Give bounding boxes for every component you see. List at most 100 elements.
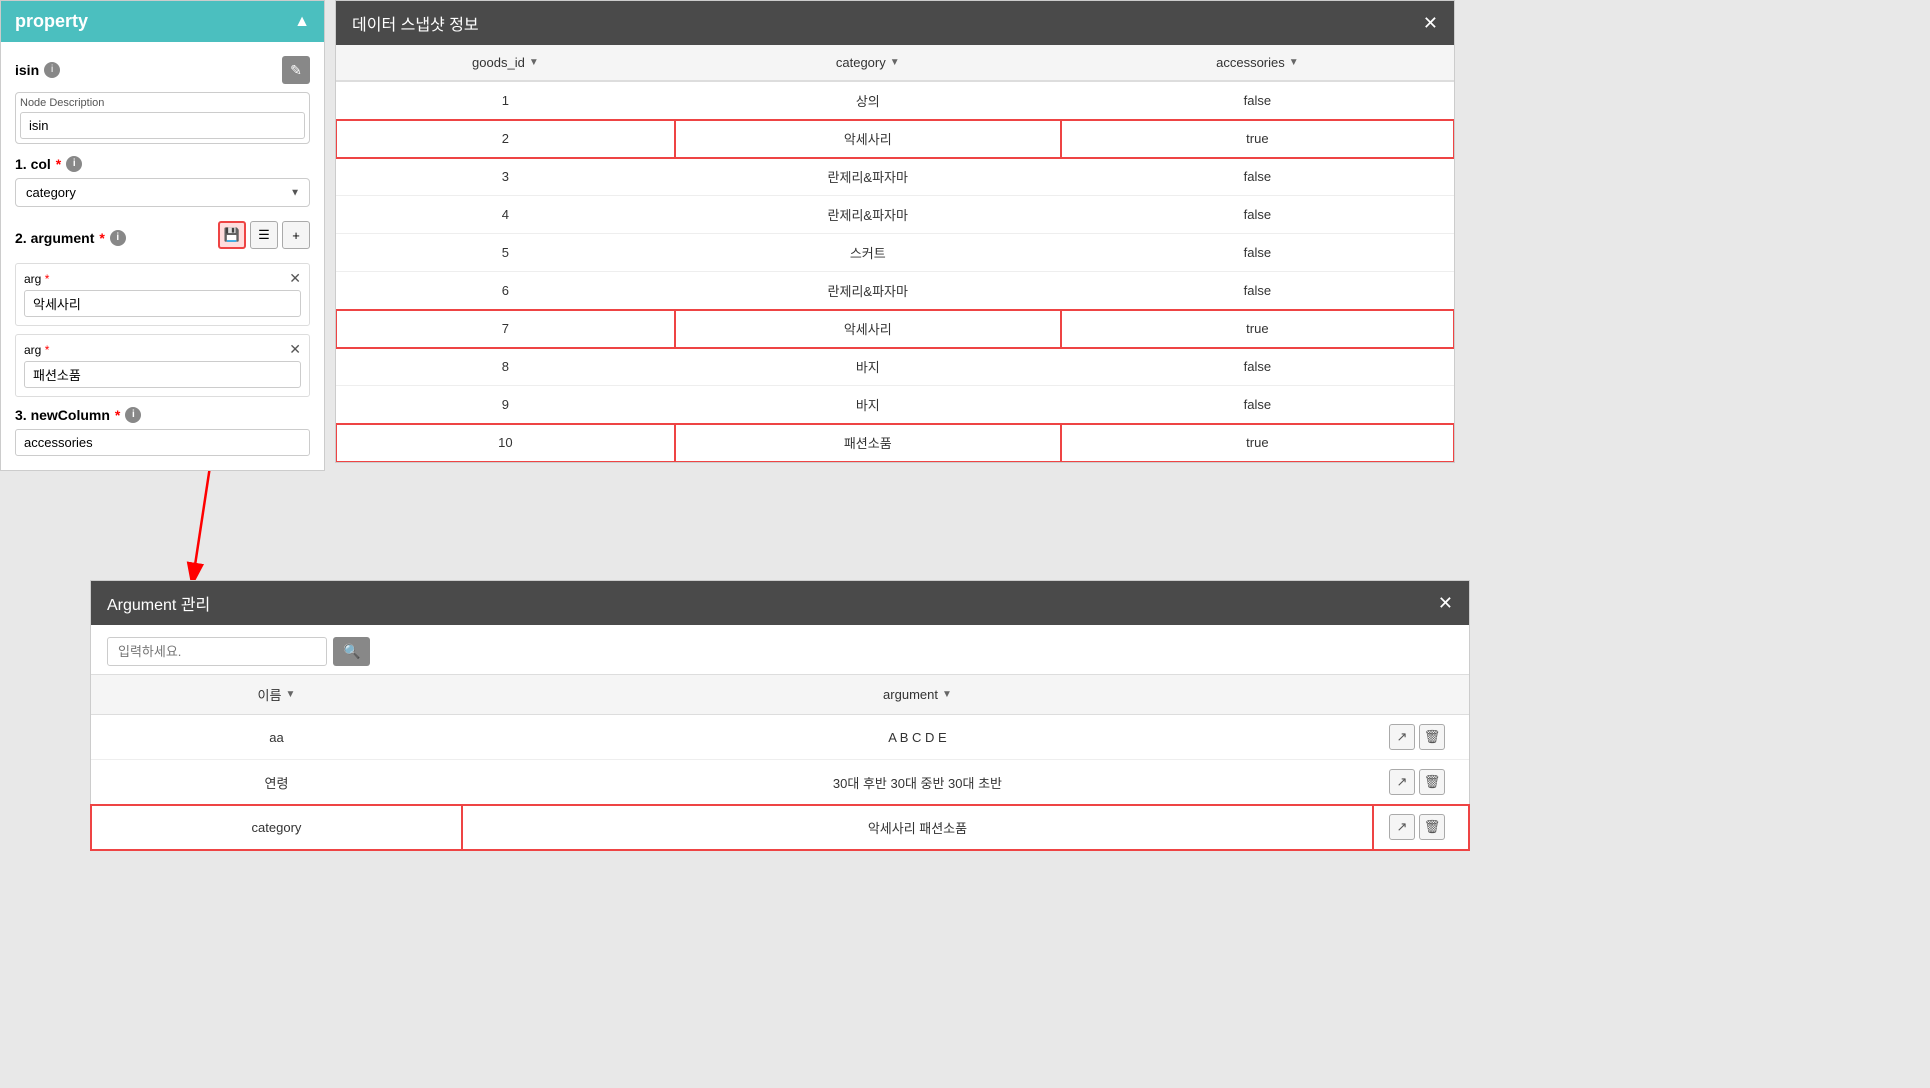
arg-cell-argument: 30대 후반 30대 중반 30대 초반 — [462, 760, 1373, 805]
snapshot-table: goods_id ▼ category ▼ accessories — [336, 45, 1454, 462]
arg-cell-name: aa — [91, 715, 462, 760]
snapshot-cell-accessories: false — [1061, 272, 1454, 310]
node-desc-label: Node Description — [20, 97, 305, 109]
arg-cell-actions: ↗ 🗑 — [1373, 760, 1469, 805]
snapshot-cell-goods_id: 3 — [336, 158, 675, 196]
goods-id-filter-icon[interactable]: ▼ — [529, 57, 539, 68]
snapshot-cell-accessories: false — [1061, 234, 1454, 272]
argument-info-icon[interactable]: i — [110, 230, 126, 246]
argument-label: 2. argument — [15, 230, 94, 246]
snapshot-modal: 데이터 스냅샷 정보 ✕ goods_id ▼ category ▼ — [335, 0, 1455, 463]
argument-modal-header: Argument 관리 ✕ — [91, 581, 1469, 625]
new-col-section-title: 3. newColumn * i — [15, 407, 310, 423]
new-col-input[interactable] — [15, 429, 310, 456]
argument-table: 이름 ▼ argument ▼ aaA B C D E ↗ 🗑 연령30대 후반… — [91, 674, 1469, 850]
snapshot-modal-header: 데이터 스냅샷 정보 ✕ — [336, 1, 1454, 45]
snapshot-table-row: 8바지false — [336, 348, 1454, 386]
snapshot-cell-goods_id: 2 — [336, 120, 675, 158]
argument-col-filter-icon[interactable]: ▼ — [942, 689, 952, 700]
snapshot-cell-category: 바지 — [675, 348, 1061, 386]
col-select[interactable]: category — [15, 178, 310, 207]
snapshot-cell-accessories: false — [1061, 158, 1454, 196]
arg-cell-actions: ↗ 🗑 — [1373, 805, 1469, 850]
panel-title: property — [15, 11, 88, 32]
argument-modal-close[interactable]: ✕ — [1438, 593, 1453, 614]
snapshot-cell-accessories: false — [1061, 196, 1454, 234]
arg-input-2[interactable] — [24, 361, 301, 388]
col-info-icon[interactable]: i — [66, 156, 82, 172]
argument-required: * — [99, 230, 104, 246]
arg-item-1: arg * ✕ — [15, 263, 310, 326]
arg-table-row: 연령30대 후반 30대 중반 30대 초반 ↗ 🗑 — [91, 760, 1469, 805]
snapshot-cell-goods_id: 5 — [336, 234, 675, 272]
snapshot-cell-category: 바지 — [675, 386, 1061, 424]
arg-table-row: aaA B C D E ↗ 🗑 — [91, 715, 1469, 760]
snapshot-cell-accessories: true — [1061, 310, 1454, 348]
panel-close-button[interactable]: ▲ — [294, 13, 310, 31]
arg-close-2[interactable]: ✕ — [289, 341, 301, 358]
row-import-button[interactable]: ↗ — [1389, 724, 1415, 750]
arg-item-2: arg * ✕ — [15, 334, 310, 397]
snapshot-col-accessories: accessories ▼ — [1061, 45, 1454, 81]
arg-cell-name: 연령 — [91, 760, 462, 805]
col-section-title: 1. col * i — [15, 156, 310, 172]
panel-header: property ▲ — [1, 1, 324, 42]
argument-search-row: 🔍 — [91, 625, 1469, 674]
snapshot-cell-goods_id: 9 — [336, 386, 675, 424]
snapshot-table-row: 1상의false — [336, 81, 1454, 120]
list-view-button[interactable]: ☰ — [250, 221, 278, 249]
snapshot-cell-goods_id: 6 — [336, 272, 675, 310]
arg-cell-argument: 악세사리 패션소품 — [462, 805, 1373, 850]
new-col-label: 3. newColumn — [15, 407, 110, 423]
argument-search-input[interactable] — [107, 637, 327, 666]
arg-cell-argument: A B C D E — [462, 715, 1373, 760]
snapshot-cell-category: 란제리&파자마 — [675, 158, 1061, 196]
add-arg-button[interactable]: + — [282, 221, 310, 249]
snapshot-table-row: 5스커트false — [336, 234, 1454, 272]
edit-icon-button[interactable]: ✎ — [282, 56, 310, 84]
snapshot-table-row: 4란제리&파자마false — [336, 196, 1454, 234]
argument-section-title: 2. argument * i — [15, 230, 126, 246]
row-delete-button[interactable]: 🗑 — [1419, 814, 1445, 840]
snapshot-close-button[interactable]: ✕ — [1423, 13, 1438, 34]
row-import-button[interactable]: ↗ — [1389, 769, 1415, 795]
left-panel: property ▲ isin i ✎ Node Description 1. … — [0, 0, 325, 471]
arg-input-1[interactable] — [24, 290, 301, 317]
snapshot-table-row: 6란제리&파자마false — [336, 272, 1454, 310]
save-arg-button[interactable]: 💾 — [218, 221, 246, 249]
snapshot-cell-category: 스커트 — [675, 234, 1061, 272]
snapshot-cell-category: 악세사리 — [675, 310, 1061, 348]
category-filter-icon[interactable]: ▼ — [890, 57, 900, 68]
snapshot-cell-accessories: false — [1061, 386, 1454, 424]
row-import-button[interactable]: ↗ — [1389, 814, 1415, 840]
argument-search-button[interactable]: 🔍 — [333, 637, 370, 666]
snapshot-table-row: 3란제리&파자마false — [336, 158, 1454, 196]
row-delete-button[interactable]: 🗑 — [1419, 769, 1445, 795]
arg-close-1[interactable]: ✕ — [289, 270, 301, 287]
snapshot-cell-goods_id: 4 — [336, 196, 675, 234]
isin-info-icon[interactable]: i — [44, 62, 60, 78]
new-col-info-icon[interactable]: i — [125, 407, 141, 423]
node-desc-input[interactable] — [20, 112, 305, 139]
snapshot-cell-category: 악세사리 — [675, 120, 1061, 158]
node-desc-box: Node Description — [15, 92, 310, 144]
snapshot-table-row: 2악세사리true — [336, 120, 1454, 158]
snapshot-cell-category: 란제리&파자마 — [675, 272, 1061, 310]
isin-label: isin — [15, 62, 39, 78]
snapshot-cell-category: 란제리&파자마 — [675, 196, 1061, 234]
arg-cell-actions: ↗ 🗑 — [1373, 715, 1469, 760]
snapshot-cell-accessories: false — [1061, 348, 1454, 386]
arg-col-actions — [1373, 675, 1469, 715]
col-select-wrapper: category — [15, 178, 310, 207]
snapshot-col-goods_id: goods_id ▼ — [336, 45, 675, 81]
isin-row: isin i ✎ — [15, 56, 310, 84]
snapshot-table-row: 10패션소품true — [336, 424, 1454, 462]
arg-cell-name: category — [91, 805, 462, 850]
argument-modal-title: Argument 관리 — [107, 591, 210, 615]
accessories-filter-icon[interactable]: ▼ — [1289, 57, 1299, 68]
name-col-filter-icon[interactable]: ▼ — [285, 689, 295, 700]
snapshot-table-row: 7악세사리true — [336, 310, 1454, 348]
snapshot-modal-title: 데이터 스냅샷 정보 — [352, 11, 479, 35]
argument-toolbar: 💾 ☰ + — [218, 221, 310, 249]
row-delete-button[interactable]: 🗑 — [1419, 724, 1445, 750]
